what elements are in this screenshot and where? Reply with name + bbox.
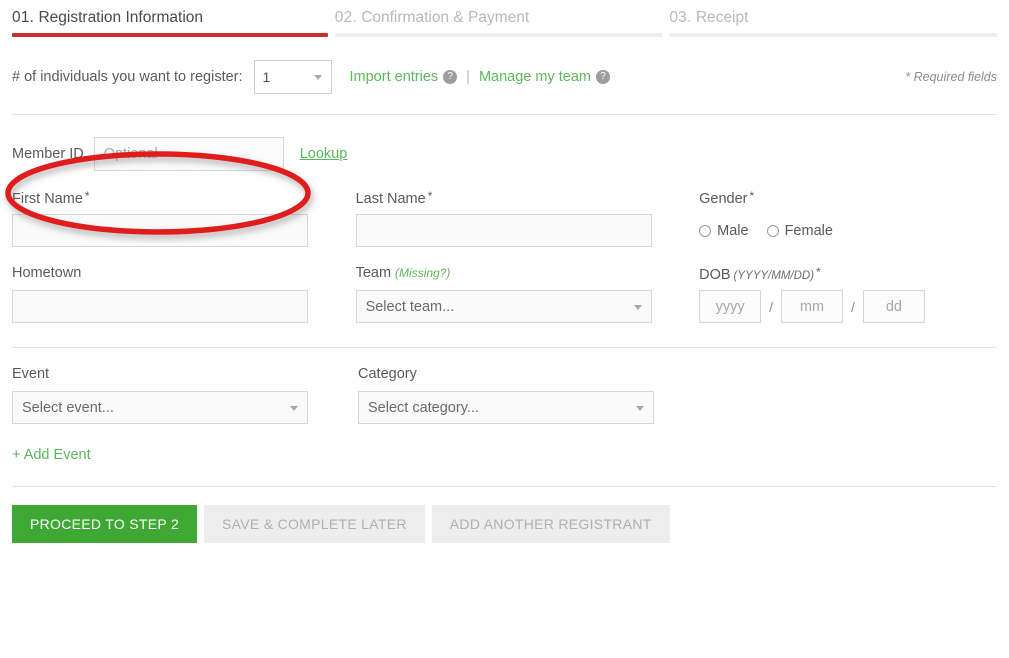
- first-name-input[interactable]: [12, 214, 308, 247]
- step-2-bar: [334, 33, 663, 37]
- field-gender: Gender * Male Female: [699, 189, 997, 247]
- member-id-row: Member ID Lookup: [0, 137, 1009, 171]
- field-first-name: First Name *: [12, 189, 356, 247]
- team-select[interactable]: Select team...: [355, 290, 652, 323]
- registrant-count-row: # of individuals you want to register: 1…: [0, 60, 1009, 94]
- dob-required-star: *: [816, 265, 821, 279]
- team-label: Team (Missing?): [355, 265, 451, 281]
- team-missing-link[interactable]: (Missing?): [395, 266, 450, 280]
- step-2-number: 02.: [334, 9, 357, 26]
- step-3-label: 03. Receipt: [669, 5, 997, 33]
- category-select-value: Select category...: [368, 399, 479, 416]
- category-label: Category: [358, 366, 417, 382]
- member-id-label: Member ID: [12, 146, 84, 162]
- team-select-value: Select team...: [365, 298, 455, 315]
- gender-male-label: Male: [717, 222, 749, 239]
- step-1-number: 01.: [12, 9, 35, 26]
- event-select[interactable]: Select event...: [12, 391, 308, 424]
- registrant-count-select[interactable]: 1: [253, 60, 332, 94]
- row-hometown-team-dob: Hometown Team (Missing?) Select team... D…: [12, 265, 997, 323]
- gender-radio-female[interactable]: Female: [766, 222, 833, 239]
- hometown-input[interactable]: [12, 290, 308, 323]
- category-select[interactable]: Select category...: [358, 391, 654, 424]
- registrant-count-label: # of individuals you want to register:: [12, 69, 243, 85]
- last-name-input[interactable]: [355, 214, 652, 247]
- radio-circle-icon: [699, 224, 712, 237]
- field-dob: DOB(YYYY/MM/DD)* / /: [699, 265, 997, 323]
- field-category: Category Select category...: [358, 366, 704, 424]
- gender-required-star: *: [749, 189, 755, 203]
- field-hometown: Hometown: [12, 265, 356, 323]
- row-event-category: Event Select event... Category Select ca…: [12, 366, 997, 424]
- step-registration-information[interactable]: 01. Registration Information: [12, 5, 328, 37]
- manage-team-help-icon[interactable]: ?: [595, 70, 610, 84]
- import-entries-link[interactable]: Import entries: [350, 69, 439, 85]
- link-separator: |: [466, 69, 470, 85]
- add-event-row: + Add Event: [0, 446, 1009, 464]
- divider-top: [12, 114, 997, 115]
- last-name-label: Last Name *: [355, 189, 433, 207]
- form-actions: PROCEED TO STEP 2 SAVE & COMPLETE LATER …: [0, 505, 1009, 543]
- step-3-title: Receipt: [695, 9, 749, 26]
- chevron-down-icon: [313, 75, 322, 80]
- lookup-link[interactable]: Lookup: [300, 146, 348, 162]
- proceed-to-step-2-button[interactable]: PROCEED TO STEP 2: [12, 505, 198, 543]
- first-name-required-star: *: [84, 189, 90, 203]
- add-another-registrant-button[interactable]: ADD ANOTHER REGISTRANT: [431, 505, 670, 543]
- dob-day-input[interactable]: [862, 290, 925, 323]
- last-name-required-star: *: [427, 189, 433, 203]
- row-name-gender: First Name * Last Name * Gender * Male Fem: [12, 189, 997, 247]
- chevron-down-icon: [633, 304, 642, 310]
- required-fields-note: * Required fields: [905, 70, 997, 84]
- step-2-label: 02. Confirmation & Payment: [335, 5, 663, 33]
- step-3-number: 03.: [669, 9, 692, 26]
- dob-separator: /: [769, 298, 774, 315]
- event-select-value: Select event...: [22, 399, 114, 416]
- add-event-link[interactable]: + Add Event: [12, 447, 91, 463]
- gender-female-label: Female: [784, 222, 833, 239]
- step-receipt[interactable]: 03. Receipt: [669, 5, 997, 37]
- gender-radio-male[interactable]: Male: [699, 222, 749, 239]
- dob-inputs: / /: [699, 290, 997, 323]
- registration-form: First Name * Last Name * Gender * Male Fem: [0, 189, 1009, 424]
- step-3-bar: [669, 33, 997, 37]
- manage-my-team-link[interactable]: Manage my team: [479, 69, 591, 85]
- chevron-down-icon: [290, 405, 298, 411]
- hometown-label: Hometown: [12, 265, 82, 281]
- gender-label: Gender *: [699, 189, 755, 207]
- event-label: Event: [12, 366, 50, 382]
- step-confirmation-payment[interactable]: 02. Confirmation & Payment: [334, 5, 663, 37]
- field-last-name: Last Name *: [355, 189, 700, 247]
- gender-radio-group: Male Female: [699, 214, 997, 247]
- divider-middle: [12, 347, 997, 348]
- chevron-down-icon: [636, 405, 644, 411]
- dob-format-hint: (YYYY/MM/DD): [733, 270, 815, 282]
- field-team: Team (Missing?) Select team...: [355, 265, 700, 323]
- field-event: Event Select event...: [12, 366, 358, 424]
- import-entries-help-icon[interactable]: ?: [443, 70, 458, 84]
- step-1-label: 01. Registration Information: [12, 5, 328, 33]
- dob-separator: /: [851, 298, 855, 315]
- step-2-title: Confirmation & Payment: [361, 9, 530, 26]
- progress-steps: 01. Registration Information 02. Confirm…: [0, 5, 1009, 37]
- dob-label: DOB (YYYY/MM/DD) *: [699, 265, 821, 283]
- step-1-bar: [12, 33, 328, 37]
- member-id-input[interactable]: [93, 137, 284, 171]
- first-name-label: First Name *: [12, 189, 90, 207]
- header-links: Import entries ? | Manage my team ?: [350, 69, 610, 85]
- divider-bottom: [12, 486, 997, 487]
- dob-month-input[interactable]: [781, 290, 844, 323]
- radio-circle-icon: [766, 224, 779, 237]
- step-1-title: Registration Information: [38, 9, 204, 26]
- save-and-complete-later-button[interactable]: SAVE & COMPLETE LATER: [204, 505, 425, 543]
- dob-year-input[interactable]: [699, 290, 762, 323]
- registrant-count-value: 1: [262, 69, 271, 85]
